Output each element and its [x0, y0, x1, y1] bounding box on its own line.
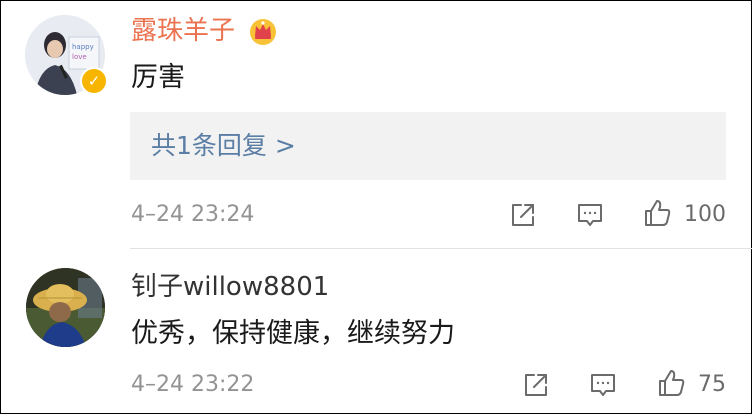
comment-text: 厉害: [131, 62, 185, 93]
comment-icon[interactable]: [588, 370, 618, 400]
share-icon[interactable]: [508, 200, 538, 230]
timestamp: 4–24 23:24: [131, 202, 255, 227]
view-replies-link[interactable]: 共1条回复 >: [151, 129, 296, 163]
timestamp: 4–24 23:22: [131, 372, 255, 397]
like-count: 100: [684, 202, 726, 227]
like-icon[interactable]: [656, 368, 686, 398]
svg-text:happy: happy: [72, 43, 94, 51]
share-icon[interactable]: [521, 370, 551, 400]
reply-summary[interactable]: 共1条回复 >: [130, 112, 726, 180]
divider: [130, 248, 752, 249]
svg-text:love: love: [72, 53, 87, 61]
comment-text: 优秀，保持健康，继续努力: [131, 318, 455, 349]
username[interactable]: 露珠羊子: [131, 15, 235, 47]
like-icon[interactable]: [642, 198, 672, 228]
verified-icon: ✓: [80, 67, 108, 95]
comment-icon[interactable]: [575, 200, 605, 230]
comment-list: happy love ✓ 露珠羊子 厉害 共1条回复 > 4–24 23:24: [0, 0, 752, 414]
like-count: 75: [698, 372, 726, 397]
crown-icon: [248, 16, 278, 46]
avatar[interactable]: [26, 268, 105, 347]
username[interactable]: 钊子willow8801: [131, 271, 329, 303]
